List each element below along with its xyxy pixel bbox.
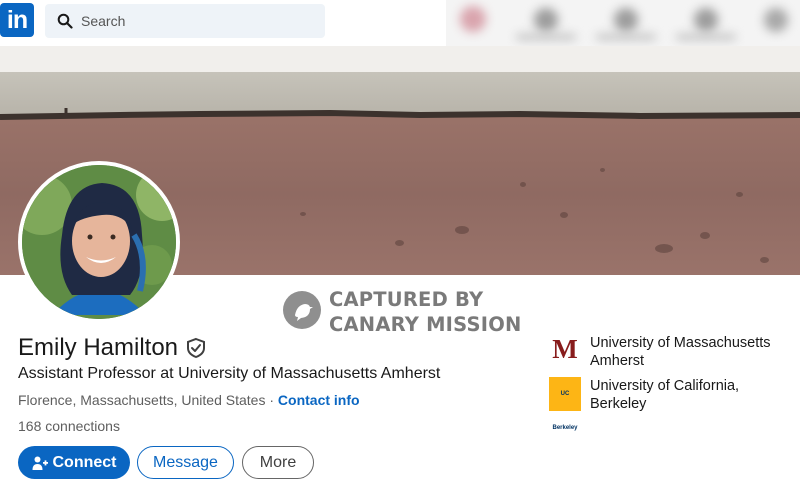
canary-bird-icon [283, 291, 321, 329]
more-label: More [259, 453, 297, 471]
watermark-text: CAPTURED BY CANARY MISSION [329, 287, 522, 337]
contact-info-link[interactable]: Contact info [278, 392, 360, 408]
umass-logo: M [549, 334, 581, 368]
education-name: University of California, Berkeley [590, 378, 740, 412]
connect-button[interactable]: Connect [18, 446, 130, 479]
search-input[interactable] [81, 4, 321, 38]
search-box[interactable] [45, 4, 325, 38]
cover-crack [0, 108, 800, 120]
verified-shield-icon[interactable] [185, 337, 207, 359]
profile-location: Florence, Massachusetts, United States [18, 392, 266, 408]
top-nav: in [0, 0, 800, 46]
profile-headline: Assistant Professor at University of Mas… [18, 365, 441, 382]
watermark-line1: CAPTURED BY [329, 288, 484, 311]
canary-mission-watermark: CAPTURED BY CANARY MISSION [283, 287, 543, 337]
name-row: Emily Hamilton [18, 333, 207, 363]
profile-photo[interactable] [18, 161, 180, 323]
linkedin-logo[interactable]: in [0, 3, 34, 37]
connections-count[interactable]: 168 connections [18, 418, 120, 434]
connect-label: Connect [52, 453, 117, 471]
more-button[interactable]: More [242, 446, 314, 479]
education-name: University of Massachusetts Amherst [590, 335, 771, 369]
nav-icons-blurred [446, 0, 800, 46]
watermark-line2: CANARY MISSION [329, 313, 522, 336]
profile-name: Emily Hamilton [18, 334, 179, 361]
ucb-logo: UC Berkeley [549, 377, 581, 431]
education-item-umass[interactable]: M University of Massachusetts Amherst [549, 334, 789, 370]
add-user-icon [32, 456, 48, 470]
profile-photo-image [22, 165, 176, 319]
search-icon [57, 13, 73, 29]
sub-nav-bar [0, 46, 800, 72]
location-row: Florence, Massachusetts, United States ·… [18, 392, 360, 408]
separator-dot: · [265, 392, 278, 408]
message-button[interactable]: Message [137, 446, 234, 479]
education-item-berkeley[interactable]: UC Berkeley University of California, Be… [549, 377, 789, 431]
message-label: Message [153, 453, 218, 471]
